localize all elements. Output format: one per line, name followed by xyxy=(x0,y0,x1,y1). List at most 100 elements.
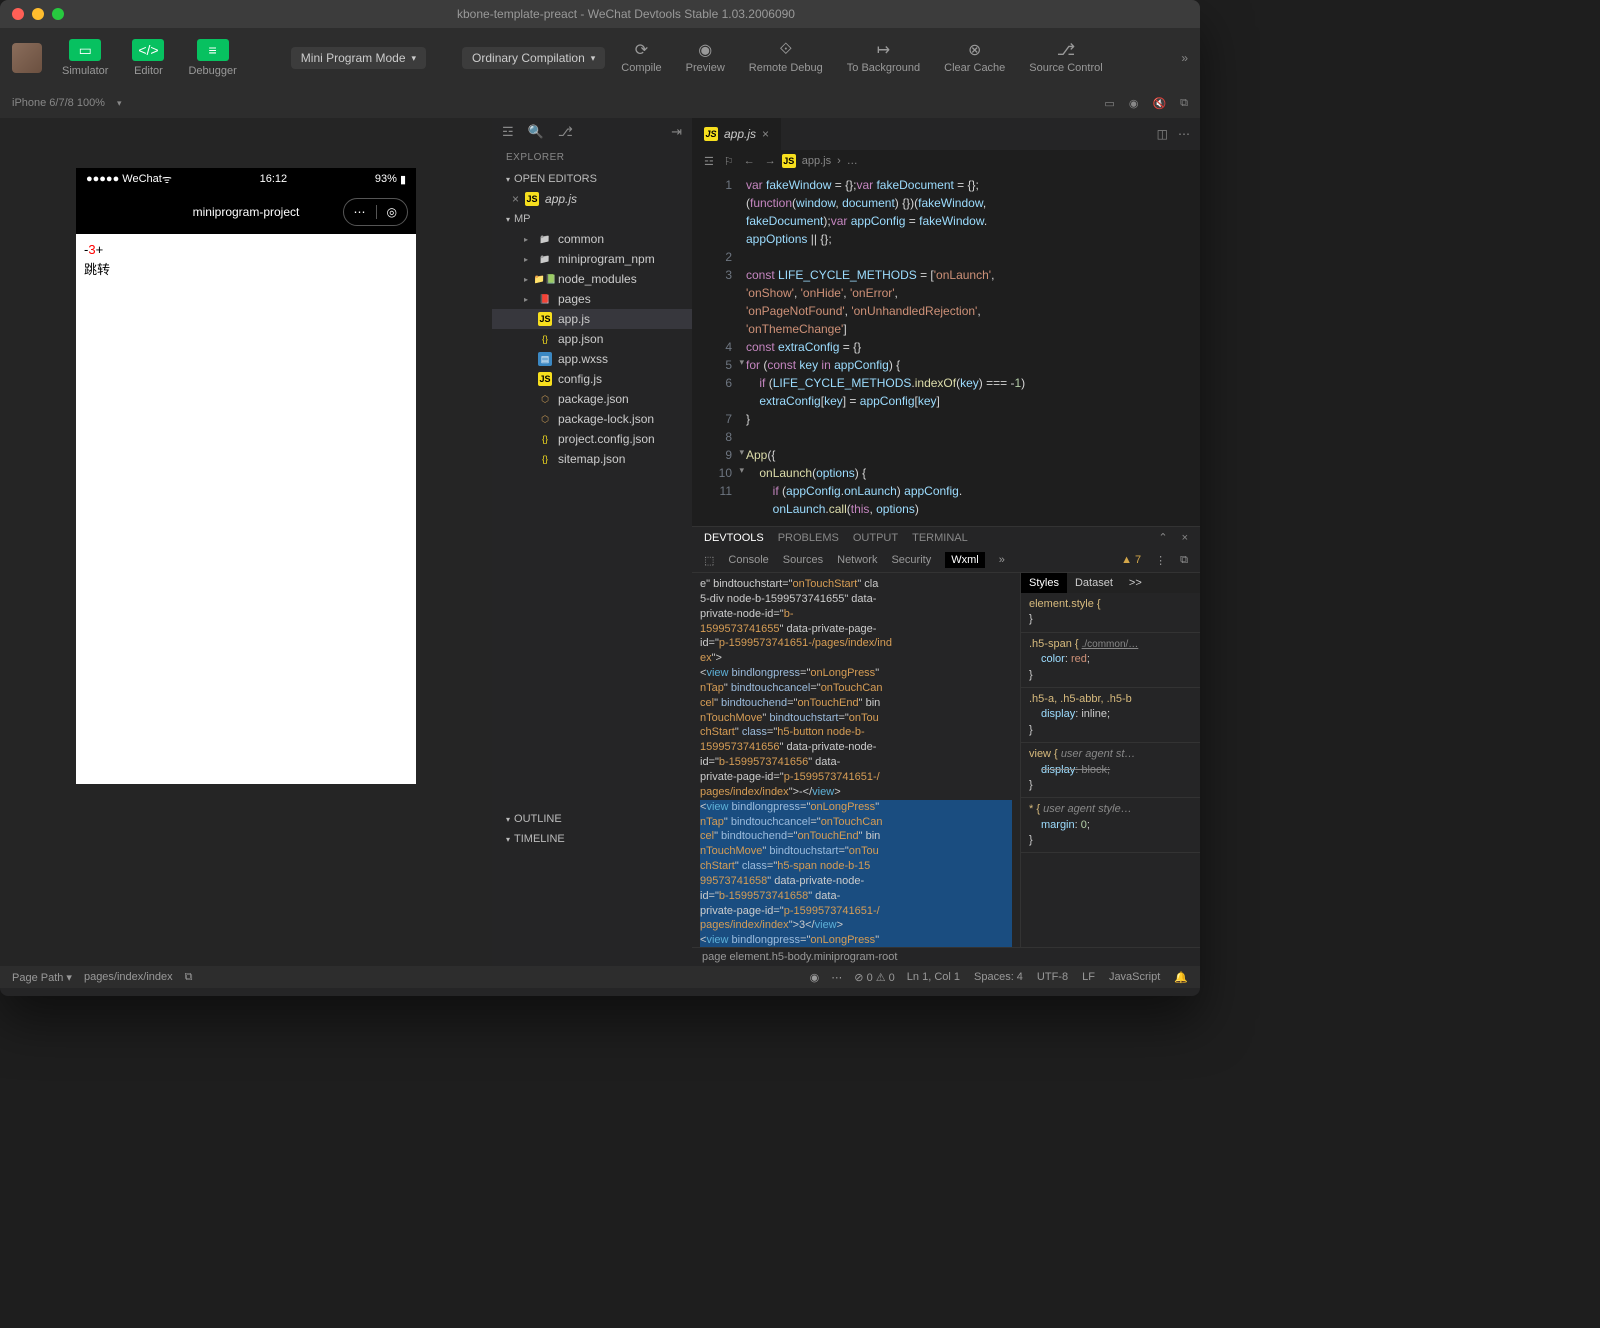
folder-common[interactable]: ▸common xyxy=(492,229,692,249)
tab-output[interactable]: OUTPUT xyxy=(853,532,898,544)
file-app-wxss[interactable]: ▤app.wxss xyxy=(492,349,692,369)
simulator-button[interactable]: ▭Simulator xyxy=(54,35,116,81)
styles-tab-dataset[interactable]: Dataset xyxy=(1067,573,1121,593)
increment-button[interactable]: + xyxy=(96,242,104,257)
minimize-window-button[interactable] xyxy=(32,8,44,20)
file-app-json[interactable]: {}app.json xyxy=(492,329,692,349)
encoding[interactable]: UTF-8 xyxy=(1037,971,1068,984)
copy-icon[interactable]: ⧉ xyxy=(1180,97,1188,110)
file-app-js[interactable]: JSapp.js xyxy=(492,309,692,329)
device-icon[interactable]: ▭ xyxy=(1104,97,1114,110)
phone-nav-bar: miniprogram-project ⋯◎ xyxy=(76,190,416,234)
close-window-button[interactable] xyxy=(12,8,24,20)
inspect-icon[interactable]: ⬚ xyxy=(704,554,714,567)
sub-tab-console[interactable]: Console xyxy=(728,554,768,566)
tab-devtools[interactable]: DEVTOOLS xyxy=(704,532,764,544)
source-control-button[interactable]: ⎇Source Control xyxy=(1021,38,1110,78)
indent-setting[interactable]: Spaces: 4 xyxy=(974,971,1023,984)
preview-eye-icon[interactable]: ◉ xyxy=(810,971,820,984)
open-editor-item[interactable]: ×JSapp.js xyxy=(492,189,692,209)
clear-cache-button[interactable]: ⊗Clear Cache xyxy=(936,38,1013,78)
copy-path-icon[interactable]: ⧉ xyxy=(185,971,193,984)
forward-icon[interactable]: → xyxy=(765,155,776,168)
statusbar: Page Path ▾ pages/index/index ⧉ ◉ ⋯ ⊘ 0 … xyxy=(0,966,1200,988)
preview-button[interactable]: ◉Preview xyxy=(678,38,733,78)
sub-tab-security[interactable]: Security xyxy=(891,554,931,566)
file-project-config[interactable]: {}project.config.json xyxy=(492,429,692,449)
capsule-button[interactable]: ⋯◎ xyxy=(343,198,408,226)
explorer-title: EXPLORER xyxy=(492,146,692,169)
cursor-position[interactable]: Ln 1, Col 1 xyxy=(907,971,960,984)
mode-dropdown[interactable]: Mini Program Mode xyxy=(291,47,426,69)
capsule-menu-icon[interactable]: ⋯ xyxy=(344,205,376,219)
bell-icon[interactable]: 🔔 xyxy=(1174,971,1188,984)
styles-tab-more[interactable]: >> xyxy=(1121,573,1150,593)
editor-label: Editor xyxy=(134,65,163,77)
file-package-json[interactable]: ⬡package.json xyxy=(492,389,692,409)
statusbar-more-icon[interactable]: ⋯ xyxy=(831,971,842,984)
list-icon[interactable]: ☲ xyxy=(704,155,714,168)
language-mode[interactable]: JavaScript xyxy=(1109,971,1160,984)
more-icon[interactable]: » xyxy=(1181,51,1188,65)
back-icon[interactable]: ← xyxy=(744,155,755,168)
phone-time: 16:12 xyxy=(172,173,375,185)
outline-section[interactable]: OUTLINE xyxy=(492,809,692,829)
warning-badge[interactable]: ▲ 7 xyxy=(1121,554,1141,566)
collapse-all-icon[interactable]: ⇥ xyxy=(671,124,682,140)
explorer-sidebar: ☲ 🔍 ⎇ ⇥ EXPLORER OPEN EDITORS ×JSapp.js … xyxy=(492,118,692,966)
project-root[interactable]: MP xyxy=(492,209,692,229)
tab-terminal[interactable]: TERMINAL xyxy=(912,532,968,544)
record-icon[interactable]: ◉ xyxy=(1129,97,1139,110)
editor-pane: JSapp.js× ◫⋯ ☲⚐←→ JSapp.js›… 1var fakeWi… xyxy=(692,118,1200,966)
sub-tab-sources[interactable]: Sources xyxy=(783,554,823,566)
sub-tab-wxml[interactable]: Wxml xyxy=(945,552,985,568)
folder-node-modules[interactable]: ▸📗node_modules xyxy=(492,269,692,289)
close-tab-icon[interactable]: × xyxy=(762,127,769,141)
mute-icon[interactable]: 🔇 xyxy=(1152,97,1166,110)
capsule-close-icon[interactable]: ◎ xyxy=(376,205,407,219)
editor-button[interactable]: </>Editor xyxy=(124,35,172,81)
page-path-label[interactable]: Page Path ▾ xyxy=(12,971,72,984)
folder-pages[interactable]: ▸pages xyxy=(492,289,692,309)
chevron-up-icon[interactable]: ⌃ xyxy=(1158,531,1167,544)
file-package-lock[interactable]: ⬡package-lock.json xyxy=(492,409,692,429)
user-avatar[interactable] xyxy=(12,43,42,73)
code-editor[interactable]: 1var fakeWindow = {};var fakeDocument = … xyxy=(692,172,1200,526)
search-icon[interactable]: 🔍 xyxy=(528,124,544,140)
debugger-button[interactable]: ≡Debugger xyxy=(180,35,244,81)
breadcrumb-file[interactable]: app.js xyxy=(802,155,831,167)
wxml-tree[interactable]: e" bindtouchstart="onTouchStart" cla5-di… xyxy=(692,573,1020,947)
more-tabs-icon[interactable]: » xyxy=(999,554,1005,566)
kebab-icon[interactable]: ⋮ xyxy=(1155,554,1166,567)
navigate-link[interactable]: 跳转 xyxy=(84,259,408,278)
device-selector[interactable]: iPhone 6/7/8 100% xyxy=(12,97,105,109)
open-editors-section[interactable]: OPEN EDITORS xyxy=(492,169,692,189)
close-panel-icon[interactable]: × xyxy=(1182,532,1188,544)
remote-debug-button[interactable]: ⟐Remote Debug xyxy=(741,38,831,78)
dock-icon[interactable]: ⧉ xyxy=(1180,554,1188,567)
folder-miniprogram-npm[interactable]: ▸miniprogram_npm xyxy=(492,249,692,269)
collapse-icon[interactable]: ☲ xyxy=(502,124,514,140)
traffic-lights xyxy=(12,8,64,20)
eol[interactable]: LF xyxy=(1082,971,1095,984)
bookmark-icon[interactable]: ⚐ xyxy=(724,155,734,168)
file-sitemap[interactable]: {}sitemap.json xyxy=(492,449,692,469)
compilation-dropdown[interactable]: Ordinary Compilation xyxy=(462,47,605,69)
error-count[interactable]: ⊘ 0 ⚠ 0 xyxy=(854,971,895,984)
branch-icon[interactable]: ⎇ xyxy=(558,124,573,140)
editor-more-icon[interactable]: ⋯ xyxy=(1178,127,1190,141)
styles-pane: Styles Dataset >> element.style {}.h5-sp… xyxy=(1020,573,1200,947)
phone-content[interactable]: -3+ 跳转 xyxy=(76,234,416,784)
page-path-value[interactable]: pages/index/index xyxy=(84,971,173,983)
split-editor-icon[interactable]: ◫ xyxy=(1157,127,1168,141)
devtools-breadcrumb[interactable]: page element.h5-body.miniprogram-root xyxy=(692,947,1200,966)
sub-tab-network[interactable]: Network xyxy=(837,554,877,566)
tab-app-js[interactable]: JSapp.js× xyxy=(692,118,781,150)
timeline-section[interactable]: TIMELINE xyxy=(492,829,692,849)
tab-problems[interactable]: PROBLEMS xyxy=(778,532,839,544)
compile-button[interactable]: ⟳Compile xyxy=(613,38,669,78)
maximize-window-button[interactable] xyxy=(52,8,64,20)
file-config-js[interactable]: JSconfig.js xyxy=(492,369,692,389)
to-background-button[interactable]: ↦To Background xyxy=(839,38,928,78)
styles-tab-styles[interactable]: Styles xyxy=(1021,573,1067,593)
